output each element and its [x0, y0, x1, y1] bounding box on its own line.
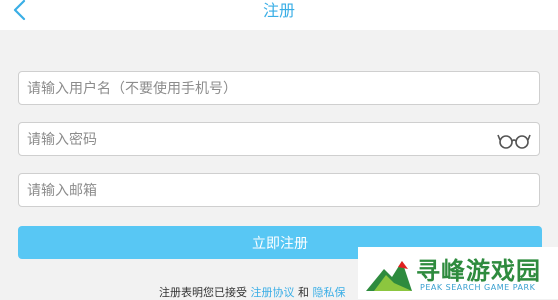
navigation-bar: 注册: [0, 0, 558, 30]
terms-prefix: 注册表明您已接受: [159, 286, 247, 299]
username-field-container: [18, 71, 540, 106]
email-input[interactable]: [25, 174, 489, 208]
glasses-icon[interactable]: [497, 130, 531, 150]
site-watermark: 寻峰游戏园 PEAK SEARCH GAME PARK: [358, 247, 558, 299]
email-field-container: [18, 173, 540, 208]
username-input[interactable]: [25, 72, 489, 106]
watermark-subtitle: PEAK SEARCH GAME PARK: [420, 283, 536, 292]
page-title: 注册: [262, 1, 295, 20]
watermark-title: 寻峰游戏园: [416, 257, 541, 285]
terms-notice: 注册表明您已接受 注册协议 和 隐私保: [159, 284, 346, 300]
agreement-link[interactable]: 注册协议: [251, 286, 295, 299]
terms-conjunction: 和: [298, 286, 309, 299]
mountain-logo-icon: [366, 261, 412, 291]
password-field-container: [18, 122, 540, 157]
privacy-link[interactable]: 隐私保: [313, 286, 346, 299]
password-input[interactable]: [25, 123, 489, 157]
